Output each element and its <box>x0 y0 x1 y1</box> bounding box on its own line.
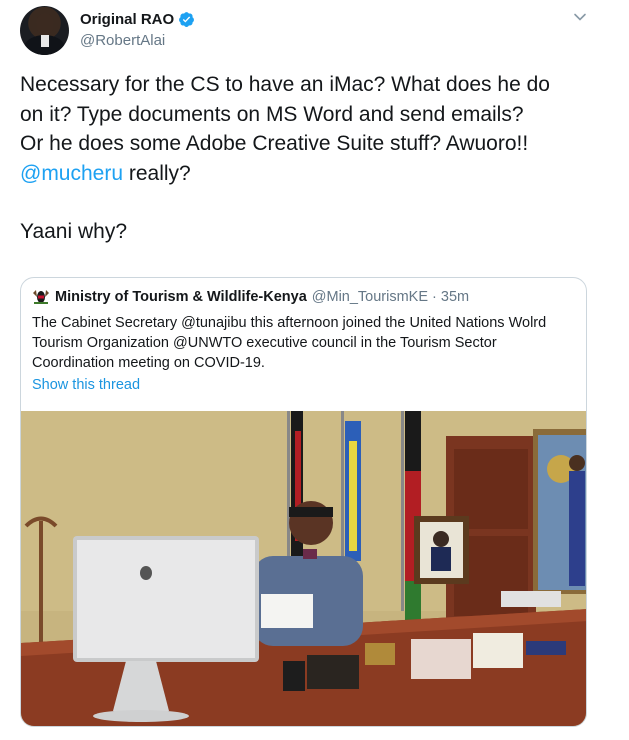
show-thread-link[interactable]: Show this thread <box>32 377 140 393</box>
author-name-row[interactable]: Original RAO <box>80 11 195 28</box>
tweet-text-line: Or he does some Adobe Creative Suite stu… <box>20 132 529 155</box>
tweet-text-line: on it? Type documents on MS Word and sen… <box>20 102 524 126</box>
avatar[interactable] <box>20 6 69 55</box>
author-display-name[interactable]: Original RAO <box>80 11 174 28</box>
quoted-tweet[interactable]: Ministry of Tourism & Wildlife-Kenya @Mi… <box>20 277 587 727</box>
quoted-photo[interactable] <box>21 411 586 726</box>
tweet-text-fragment: really? <box>123 161 191 185</box>
quoted-display-name[interactable]: Ministry of Tourism & Wildlife-Kenya <box>55 289 307 305</box>
author-handle[interactable]: @RobertAlai <box>80 32 165 49</box>
quoted-header: Ministry of Tourism & Wildlife-Kenya @Mi… <box>32 289 469 305</box>
chevron-down-icon[interactable] <box>572 9 588 25</box>
verified-badge-icon <box>178 11 195 28</box>
tweet-text-line: Yaani why? <box>20 220 128 243</box>
tweet-text-line: @mucheru really? <box>20 159 620 189</box>
tweet-text-line: Necessary for the CS to have an iMac? Wh… <box>20 73 550 96</box>
coat-of-arms-icon <box>32 289 50 305</box>
mention-link[interactable]: @mucheru <box>20 162 123 185</box>
quoted-text: The Cabinet Secretary @tunajibu this aft… <box>32 315 547 371</box>
tweet-text: Necessary for the CS to have an iMac? Wh… <box>20 70 620 247</box>
quoted-handle-time[interactable]: @Min_TourismKE · 35m <box>312 289 469 305</box>
tweet-card: Original RAO @RobertAlai Necessary for t… <box>0 0 629 740</box>
